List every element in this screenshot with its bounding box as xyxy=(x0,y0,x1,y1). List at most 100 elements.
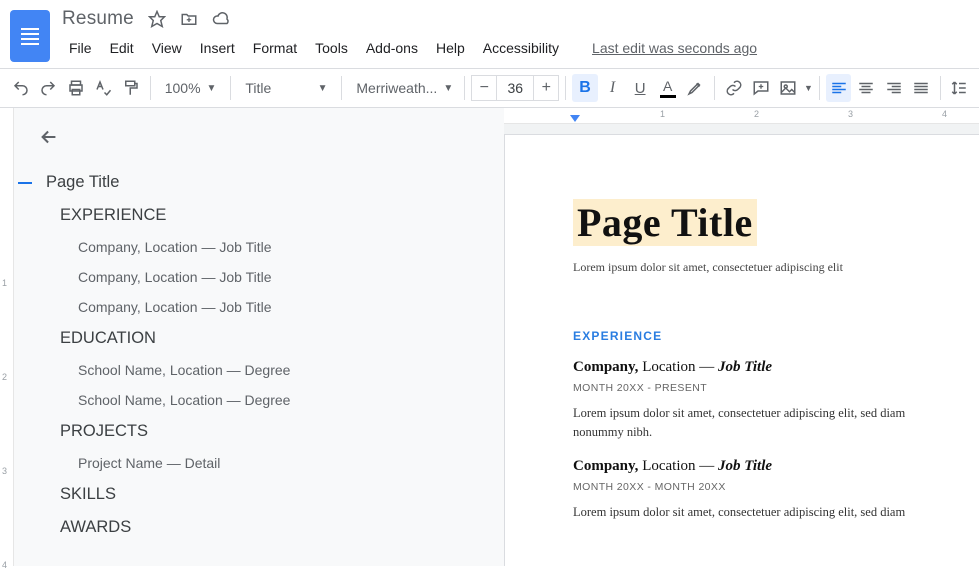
outline-item-label: School Name, Location — Degree xyxy=(78,362,290,378)
cloud-status-icon[interactable] xyxy=(212,10,230,28)
insert-image-button[interactable]: ▼ xyxy=(776,74,813,102)
zoom-select[interactable]: 100% ▼ xyxy=(157,74,225,102)
outline-item-label: School Name, Location — Degree xyxy=(78,392,290,408)
line-spacing-button[interactable] xyxy=(947,74,971,102)
separator xyxy=(565,76,566,100)
font-size-stepper: − + xyxy=(471,75,559,101)
menu-file[interactable]: File xyxy=(62,36,99,60)
outline-item[interactable]: PROJECTS xyxy=(32,415,492,448)
style-value: Title xyxy=(245,80,271,96)
outline-item[interactable]: School Name, Location — Degree xyxy=(50,355,492,385)
font-select[interactable]: Merriweath... ▼ xyxy=(348,74,458,102)
vertical-ruler: 1 2 3 4 xyxy=(0,108,14,566)
job-location: Location — xyxy=(642,458,714,474)
text-color-button[interactable]: A xyxy=(655,74,681,102)
menu-accessibility[interactable]: Accessibility xyxy=(476,36,566,60)
menu-format[interactable]: Format xyxy=(246,36,304,60)
docs-logo-icon xyxy=(21,25,39,48)
outline-item-label: SKILLS xyxy=(60,485,116,504)
align-right-button[interactable] xyxy=(881,74,907,102)
outline-item[interactable]: Company, Location — Job Title xyxy=(50,262,492,292)
font-size-input[interactable] xyxy=(497,75,533,101)
back-arrow-button[interactable] xyxy=(38,126,492,148)
page-subtitle[interactable]: Lorem ipsum dolor sit amet, consectetuer… xyxy=(573,260,957,275)
job-entry[interactable]: Company, Location — Job Title MONTH 20XX… xyxy=(573,359,957,442)
text-color-swatch xyxy=(660,95,676,98)
chevron-down-icon: ▼ xyxy=(443,83,453,94)
indent-marker[interactable] xyxy=(570,115,580,122)
outline-item[interactable]: Page Title xyxy=(32,166,492,199)
separator xyxy=(714,76,715,100)
redo-button[interactable] xyxy=(36,74,62,102)
outline-item-label: EXPERIENCE xyxy=(60,206,166,225)
job-dates: MONTH 20XX - PRESENT xyxy=(573,382,957,394)
align-left-button[interactable] xyxy=(826,74,852,102)
docs-logo[interactable] xyxy=(10,10,50,62)
chevron-down-icon: ▼ xyxy=(207,83,217,94)
toolbar: 100% ▼ Title ▼ Merriweath... ▼ − + B I U… xyxy=(0,68,979,108)
document-page[interactable]: Page Title Lorem ipsum dolor sit amet, c… xyxy=(504,134,979,566)
section-heading-experience[interactable]: EXPERIENCE xyxy=(573,329,957,343)
separator xyxy=(940,76,941,100)
star-icon[interactable] xyxy=(148,10,166,28)
outline-item[interactable]: EDUCATION xyxy=(32,322,492,355)
last-edit-link[interactable]: Last edit was seconds ago xyxy=(592,40,757,56)
spellcheck-button[interactable] xyxy=(91,74,117,102)
title-area: Resume File Edit View Insert Format Tool… xyxy=(62,8,969,60)
menu-help[interactable]: Help xyxy=(429,36,472,60)
ruler-tick: 2 xyxy=(2,372,7,382)
job-entry[interactable]: Company, Location — Job Title MONTH 20XX… xyxy=(573,458,957,522)
outline-item[interactable]: SKILLS xyxy=(32,478,492,511)
ruler-tick: 1 xyxy=(2,278,7,288)
undo-button[interactable] xyxy=(8,74,34,102)
outline-item[interactable]: Company, Location — Job Title xyxy=(50,292,492,322)
outline-item-label: Company, Location — Job Title xyxy=(78,299,272,315)
job-title: Job Title xyxy=(718,359,772,375)
move-icon[interactable] xyxy=(180,10,198,28)
workspace: 1 2 3 4 Page Title EXPERIENCE Company, Loc… xyxy=(0,108,979,566)
outline-item[interactable]: Project Name — Detail xyxy=(50,448,492,478)
outline-item-label: Project Name — Detail xyxy=(78,455,220,471)
menu-insert[interactable]: Insert xyxy=(193,36,242,60)
ruler-tick: 2 xyxy=(754,109,759,119)
bold-button[interactable]: B xyxy=(572,74,598,102)
menu-addons[interactable]: Add-ons xyxy=(359,36,425,60)
job-body: Lorem ipsum dolor sit amet, consectetuer… xyxy=(573,503,957,522)
menu-tools[interactable]: Tools xyxy=(308,36,355,60)
ruler-tick: 1 xyxy=(660,109,665,119)
outline-item[interactable]: School Name, Location — Degree xyxy=(50,385,492,415)
font-value: Merriweath... xyxy=(356,80,437,96)
ruler-tick: 4 xyxy=(942,109,947,119)
job-company: Company, xyxy=(573,458,638,474)
separator xyxy=(341,76,342,100)
outline-list: Page Title EXPERIENCE Company, Location — … xyxy=(30,166,492,544)
separator xyxy=(819,76,820,100)
italic-button[interactable]: I xyxy=(600,74,626,102)
outline-item-label: Company, Location — Job Title xyxy=(78,269,272,285)
print-button[interactable] xyxy=(63,74,89,102)
align-justify-button[interactable] xyxy=(909,74,935,102)
outline-item[interactable]: EXPERIENCE xyxy=(32,199,492,232)
job-dates: MONTH 20XX - MONTH 20XX xyxy=(573,481,957,493)
outline-item[interactable]: AWARDS xyxy=(32,511,492,544)
chevron-down-icon: ▼ xyxy=(804,83,813,93)
font-size-increase[interactable]: + xyxy=(533,75,559,101)
insert-comment-button[interactable] xyxy=(748,74,774,102)
font-size-decrease[interactable]: − xyxy=(471,75,497,101)
underline-button[interactable]: U xyxy=(627,74,653,102)
highlight-button[interactable] xyxy=(682,74,708,102)
document-title[interactable]: Resume xyxy=(62,8,134,30)
horizontal-ruler: 1 2 3 4 xyxy=(504,108,979,124)
align-center-button[interactable] xyxy=(853,74,879,102)
outline-item-label: AWARDS xyxy=(60,518,131,537)
chevron-down-icon: ▼ xyxy=(318,83,328,94)
outline-item[interactable]: Company, Location — Job Title xyxy=(50,232,492,262)
outline-item-label: PROJECTS xyxy=(60,422,148,441)
page-title[interactable]: Page Title xyxy=(573,199,757,246)
menu-view[interactable]: View xyxy=(145,36,189,60)
paragraph-style-select[interactable]: Title ▼ xyxy=(237,74,335,102)
insert-link-button[interactable] xyxy=(721,74,747,102)
outline-current-marker xyxy=(18,182,32,184)
paint-format-button[interactable] xyxy=(118,74,144,102)
menu-edit[interactable]: Edit xyxy=(103,36,141,60)
